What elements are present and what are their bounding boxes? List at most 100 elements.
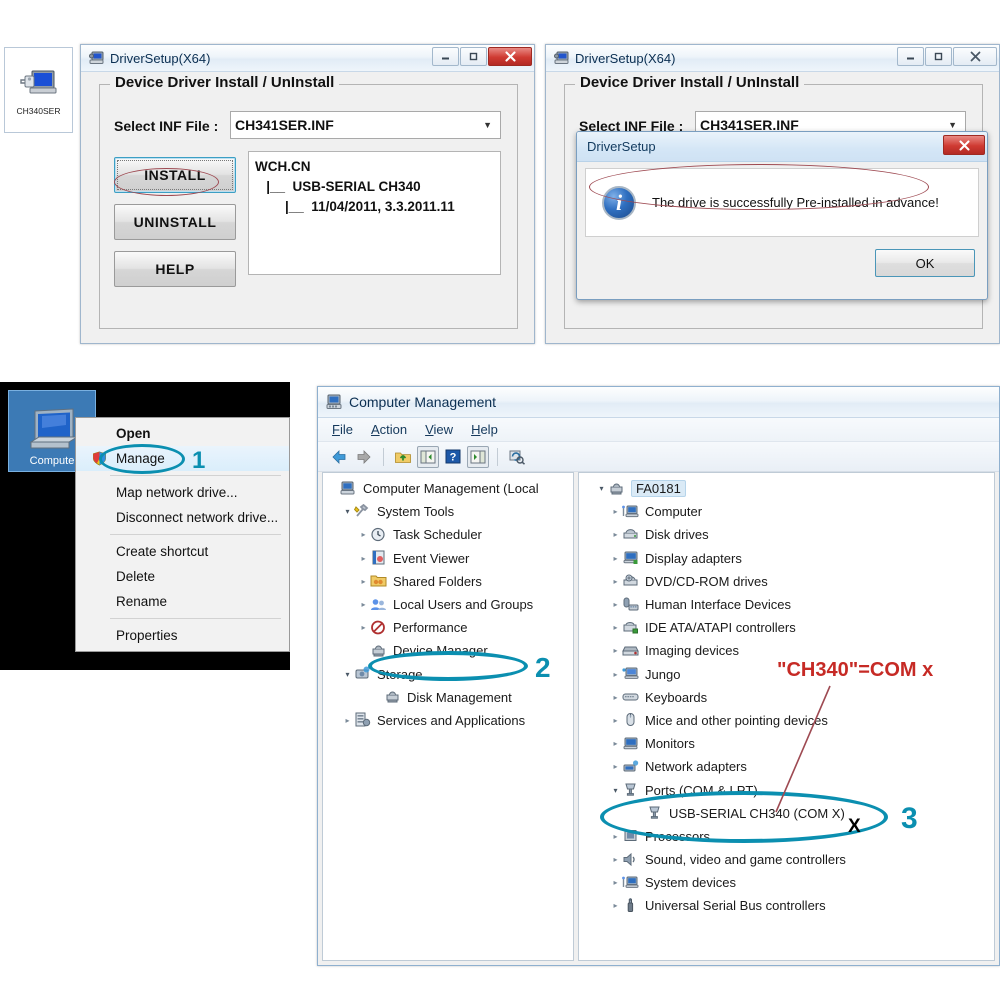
twisty-closed-icon[interactable]: ▸: [357, 623, 370, 632]
back-arrow-icon[interactable]: [328, 446, 350, 468]
install-button[interactable]: INSTALL: [114, 157, 236, 193]
minimize-button[interactable]: [432, 47, 459, 66]
tree-item-disk-management[interactable]: Disk Management: [327, 686, 573, 709]
driver-setup-message-dialog[interactable]: DriverSetup i The drive is successfully …: [576, 131, 988, 300]
uninstall-button[interactable]: UNINSTALL: [114, 204, 236, 240]
dialog-footer: OK: [585, 243, 979, 291]
computer-icon: [622, 504, 641, 520]
twisty-open-icon[interactable]: ▾: [595, 484, 608, 493]
refresh-icon[interactable]: [506, 446, 528, 468]
twisty-closed-icon[interactable]: ▸: [609, 716, 622, 725]
twisty-closed-icon[interactable]: ▸: [609, 832, 622, 841]
context-menu-item-properties[interactable]: Properties: [76, 623, 289, 648]
tree-item-display-adapters[interactable]: ▸ Display adapters: [585, 547, 994, 570]
tree-item-universal-serial-bus-controllers[interactable]: ▸ Universal Serial Bus controllers: [585, 894, 994, 917]
twisty-closed-icon[interactable]: ▸: [357, 577, 370, 586]
context-menu-item-map-network-drive[interactable]: Map network drive...: [76, 480, 289, 505]
driver-setup-window-2[interactable]: DriverSetup(X64) Device Driver Install /…: [545, 44, 1000, 344]
dialog-close-button[interactable]: [943, 135, 985, 155]
context-menu-item-open[interactable]: Open: [76, 421, 289, 446]
desktop-icon-ch340ser[interactable]: CH340SER: [4, 47, 73, 133]
context-menu-item-label: Create shortcut: [116, 544, 209, 559]
title-bar[interactable]: Computer Management: [318, 387, 999, 418]
tree-item-task-scheduler[interactable]: ▸ Task Scheduler: [327, 523, 573, 546]
dialog-title-bar[interactable]: DriverSetup: [577, 132, 987, 162]
show-hide-console-tree-icon[interactable]: [417, 445, 439, 468]
twisty-closed-icon[interactable]: ▸: [609, 577, 622, 586]
title-bar[interactable]: DriverSetup(X64): [546, 45, 999, 72]
forward-arrow-icon[interactable]: [353, 446, 375, 468]
twisty-closed-icon[interactable]: ▸: [357, 554, 370, 563]
up-folder-icon[interactable]: [392, 446, 414, 468]
tree-item-system-tools[interactable]: ▾ System Tools: [327, 500, 573, 523]
twisty-open-icon[interactable]: ▾: [341, 507, 354, 516]
title-bar[interactable]: DriverSetup(X64): [81, 45, 534, 72]
console-tree-pane[interactable]: Computer Management (Local ▾ System Tool…: [322, 472, 574, 961]
tree-item-services-and-applications[interactable]: ▸ Services and Applications: [327, 709, 573, 732]
tree-item-human-interface-devices[interactable]: ▸ Human Interface Devices: [585, 593, 994, 616]
menu-action[interactable]: Action: [371, 422, 407, 437]
menu-view[interactable]: View: [425, 422, 453, 437]
menu-file[interactable]: File: [332, 422, 353, 437]
context-menu-item-manage[interactable]: Manage: [76, 446, 289, 471]
tree-item-computer[interactable]: ▸ Computer: [585, 500, 994, 523]
twisty-closed-icon[interactable]: ▸: [609, 855, 622, 864]
show-hide-action-pane-icon[interactable]: [467, 445, 489, 468]
context-menu-item-delete[interactable]: Delete: [76, 564, 289, 589]
close-button[interactable]: [953, 47, 997, 66]
twisty-closed-icon[interactable]: ▸: [609, 554, 622, 563]
twisty-open-icon[interactable]: ▾: [341, 670, 354, 679]
twisty-closed-icon[interactable]: ▸: [609, 878, 622, 887]
twisty-closed-icon[interactable]: ▸: [609, 901, 622, 910]
minimize-button[interactable]: [897, 47, 924, 66]
tree-item-local-users-and-groups[interactable]: ▸ Local Users and Groups: [327, 593, 573, 616]
tree-item-event-viewer[interactable]: ▸ Event Viewer: [327, 547, 573, 570]
twisty-closed-icon[interactable]: ▸: [609, 670, 622, 679]
context-menu-item-create-shortcut[interactable]: Create shortcut: [76, 539, 289, 564]
tree-item-shared-folders[interactable]: ▸ Shared Folders: [327, 570, 573, 593]
twisty-closed-icon[interactable]: ▸: [609, 623, 622, 632]
tree-item-label: Shared Folders: [393, 573, 482, 589]
tree-item-performance[interactable]: ▸ Performance: [327, 616, 573, 639]
help-button[interactable]: HELP: [114, 251, 236, 287]
info-icon: i: [602, 185, 636, 220]
tree-item-fa0181[interactable]: ▾ FA0181: [585, 477, 994, 500]
help-icon[interactable]: ?: [442, 446, 464, 468]
twisty-closed-icon[interactable]: ▸: [609, 530, 622, 539]
twisty-closed-icon[interactable]: ▸: [357, 530, 370, 539]
twisty-closed-icon[interactable]: ▸: [341, 716, 354, 725]
window-controls[interactable]: [896, 47, 997, 66]
ok-button[interactable]: OK: [875, 249, 975, 277]
twisty-closed-icon[interactable]: ▸: [609, 762, 622, 771]
maximize-button[interactable]: [460, 47, 487, 66]
twisty-closed-icon[interactable]: ▸: [609, 693, 622, 702]
twisty-closed-icon[interactable]: ▸: [357, 600, 370, 609]
twisty-closed-icon[interactable]: ▸: [609, 739, 622, 748]
tree-item-disk-drives[interactable]: ▸ Disk drives: [585, 523, 994, 546]
tree-item-label: Device Manager: [393, 643, 488, 659]
tree-item-dvd-cd-rom-drives[interactable]: ▸ DVD/CD-ROM drives: [585, 570, 994, 593]
tree-item-system-devices[interactable]: ▸ System devices: [585, 871, 994, 894]
context-menu-item-rename[interactable]: Rename: [76, 589, 289, 614]
driver-setup-window-1[interactable]: DriverSetup(X64) Device Driver Install /…: [80, 44, 535, 344]
menu-help[interactable]: Help: [471, 422, 498, 437]
tree-item-sound-video-and-game-controllers[interactable]: ▸ Sound, video and game controllers: [585, 848, 994, 871]
window-title: Computer Management: [349, 394, 497, 410]
maximize-button[interactable]: [925, 47, 952, 66]
twisty-closed-icon[interactable]: ▸: [609, 646, 622, 655]
twisty-open-icon[interactable]: ▾: [609, 786, 622, 795]
window-controls[interactable]: [431, 47, 532, 66]
tree-item-computer-management[interactable]: Computer Management (Local: [327, 477, 573, 500]
tree-item-ide-ata-atapi-controllers[interactable]: ▸ IDE ATA/ATAPI controllers: [585, 616, 994, 639]
info-icon-glyph: i: [615, 189, 623, 215]
usb-controller-icon: [622, 898, 641, 914]
tree-item-processors[interactable]: ▸ Processors: [585, 825, 994, 848]
twisty-closed-icon[interactable]: ▸: [609, 600, 622, 609]
inf-file-combobox[interactable]: CH341SER.INF ▼: [230, 111, 501, 139]
dialog-window-controls[interactable]: [942, 135, 985, 155]
close-button[interactable]: [488, 47, 532, 66]
context-menu-item-disconnect-network-drive[interactable]: Disconnect network drive...: [76, 505, 289, 530]
context-menu[interactable]: Open Manage Map network drive... Disconn…: [75, 417, 290, 652]
twisty-closed-icon[interactable]: ▸: [609, 507, 622, 516]
menu-bar[interactable]: File Action View Help: [318, 418, 999, 442]
